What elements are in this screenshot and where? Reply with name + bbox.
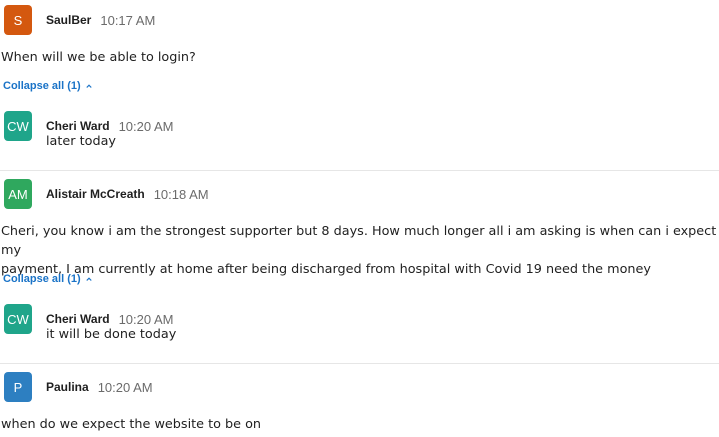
timestamp: 10:18 AM [153,186,209,202]
collapse-label[interactable]: Collapse all (1) [3,80,81,92]
author-name[interactable]: Paulina [46,380,89,394]
message-line: Cheri, you know i am the strongest suppo… [1,224,717,258]
avatar[interactable]: CW [4,304,32,334]
timestamp: 10:20 AM [118,118,174,134]
message-text: when do we expect the website to be on [1,417,262,432]
reply-text: later today [46,134,117,149]
post-header: S SaulBer 10:17 AM [4,5,155,35]
avatar[interactable]: P [4,372,32,402]
reply-text: it will be done today [46,327,177,342]
collapse-label[interactable]: Collapse all (1) [3,273,81,285]
avatar[interactable]: S [4,5,32,35]
post-header: AM Alistair McCreath 10:18 AM [4,179,209,209]
timestamp: 10:20 AM [97,379,153,395]
author-name[interactable]: Cheri Ward [46,119,110,133]
avatar[interactable]: AM [4,179,32,209]
collapse-all-link[interactable]: Collapse all (1) [3,273,92,285]
timestamp: 10:17 AM [100,12,156,28]
avatar[interactable]: CW [4,111,32,141]
author-name[interactable]: SaulBer [46,13,91,27]
chevron-up-icon[interactable] [85,83,92,89]
author-name[interactable]: Cheri Ward [46,312,110,326]
divider [0,170,719,171]
collapse-all-link[interactable]: Collapse all (1) [3,80,92,92]
post-header: P Paulina 10:20 AM [4,372,153,402]
author-name[interactable]: Alistair McCreath [46,187,145,201]
divider [0,363,719,364]
message-line: payment, I am currently at home after be… [1,262,651,277]
chevron-up-icon[interactable] [85,276,92,282]
message-text: Cheri, you know i am the strongest suppo… [1,222,719,279]
message-text: When will we be able to login? [1,50,196,65]
